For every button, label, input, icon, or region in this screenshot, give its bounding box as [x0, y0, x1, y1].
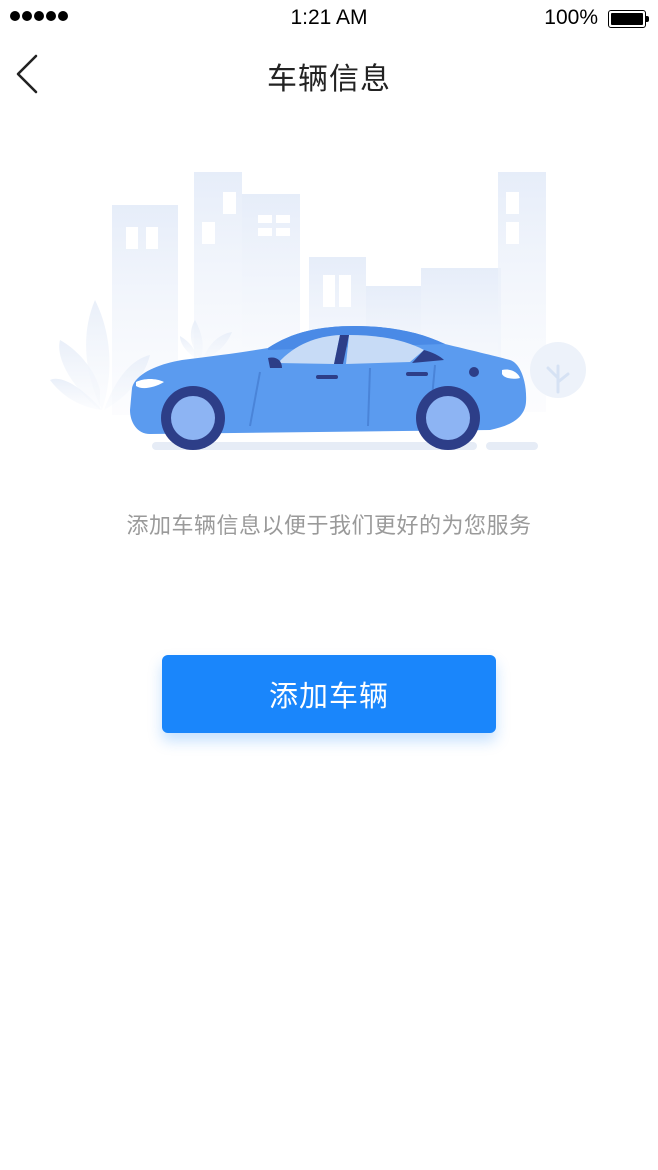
car-city-illustration	[40, 160, 620, 460]
nav-bar: 车辆信息	[0, 38, 658, 110]
battery-full-icon	[608, 10, 649, 28]
page-title: 车辆信息	[267, 62, 391, 97]
vehicle-info-screen: 1:21 AM 100% 车辆信息 添加车辆信息以便于我们更好的为您服务 添加车…	[0, 0, 658, 1170]
battery-percent: 100%	[544, 6, 598, 29]
add-vehicle-button[interactable]: 添加车辆	[162, 655, 496, 733]
status-bar: 1:21 AM 100%	[0, 0, 658, 38]
round-tree	[530, 342, 586, 398]
empty-state-description: 添加车辆信息以便于我们更好的为您服务	[126, 514, 532, 539]
